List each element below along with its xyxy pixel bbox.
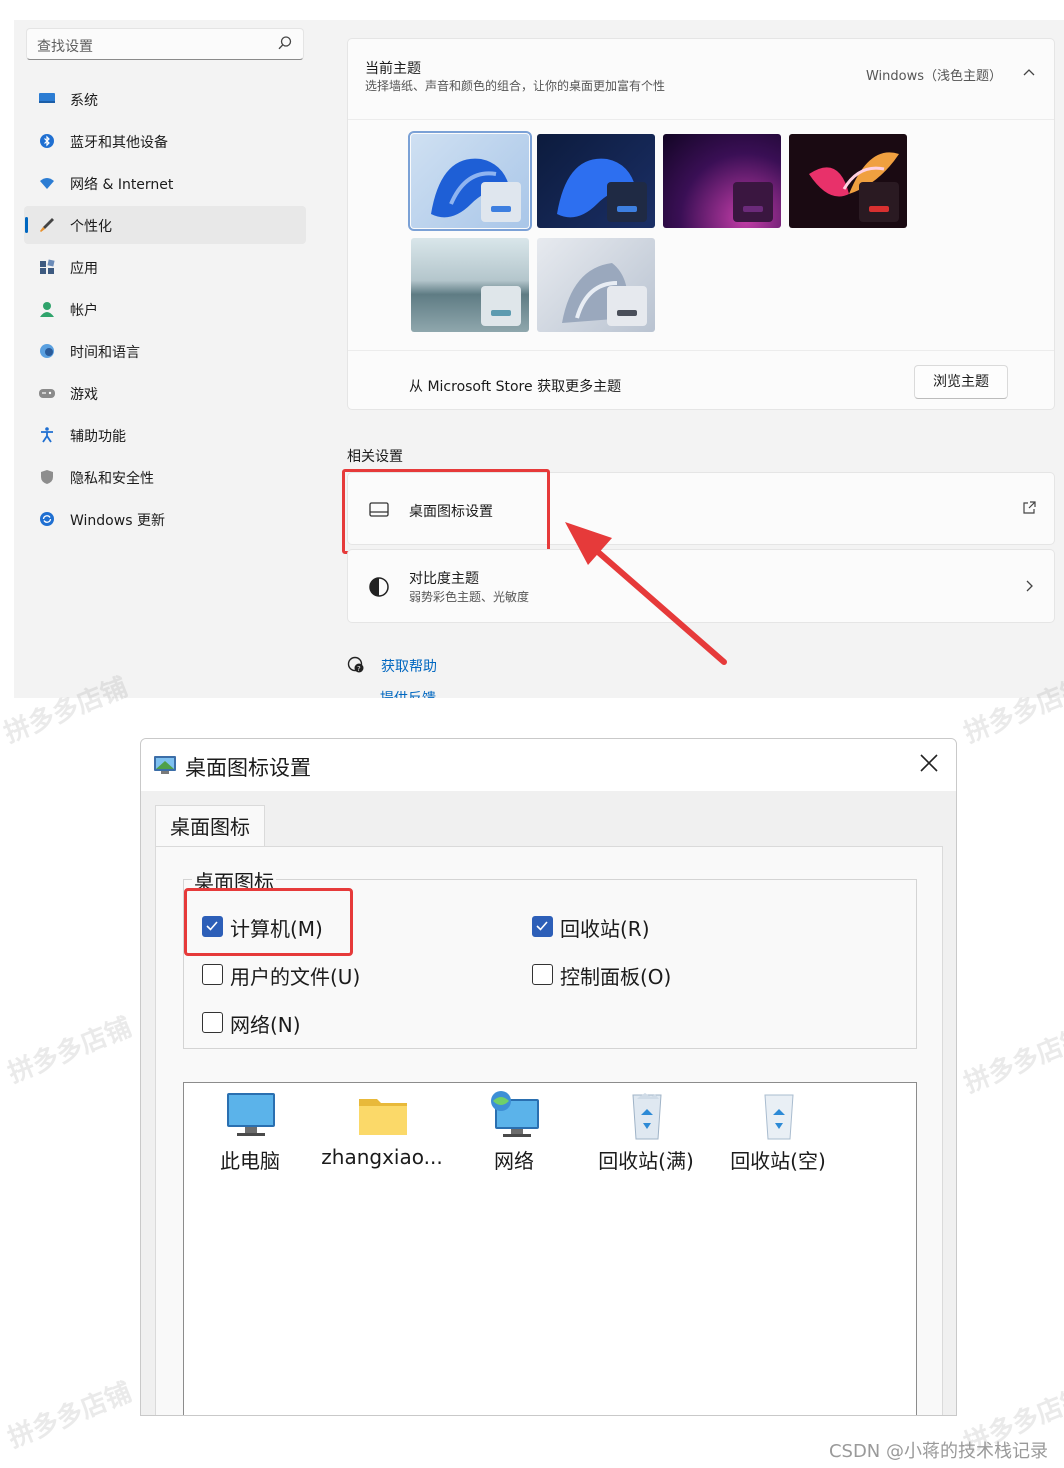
search-box[interactable]: 查找设置 <box>26 28 304 60</box>
checkmark-icon <box>536 921 548 931</box>
browse-themes-button[interactable]: 浏览主题 <box>914 365 1008 399</box>
apps-icon <box>40 259 55 274</box>
settings-window: 查找设置 系统 蓝牙和其他设备 网络 & Internet 个性化 应用 帐户 … <box>14 20 1064 698</box>
wifi-icon <box>40 178 54 189</box>
dialog-title: 桌面图标设置 <box>185 756 311 780</box>
external-link-icon <box>1023 501 1036 514</box>
recycle-bin-full-icon <box>632 1093 662 1140</box>
svg-text:?: ? <box>357 665 361 673</box>
close-icon[interactable] <box>918 752 940 774</box>
sidebar-item-accounts[interactable]: 帐户 <box>24 290 306 328</box>
icon-name: 回收站(满) <box>598 1149 694 1173</box>
brush-icon <box>40 218 54 232</box>
highlight-box <box>184 888 353 956</box>
footer-credit: CSDN @小蒋的技术栈记录 <box>828 1441 1048 1462</box>
sidebar-nav: 系统 蓝牙和其他设备 网络 & Internet 个性化 应用 帐户 时间和语言 <box>24 80 306 542</box>
checkbox-box[interactable] <box>202 1012 223 1033</box>
desktop-icon-settings-dialog: 桌面图标设置 桌面图标 桌面图标 计算机(M) 回收站(R) 用户的文件(U) … <box>140 738 957 1416</box>
sidebar-item-label: 蓝牙和其他设备 <box>70 135 168 151</box>
sidebar-item-label: 网络 & Internet <box>70 177 174 193</box>
help-icon: ? <box>347 656 364 673</box>
icon-name: 回收站(空) <box>730 1149 826 1173</box>
sidebar-item-windows-update[interactable]: Windows 更新 <box>24 500 306 538</box>
checkbox-label: 用户的文件(U) <box>230 965 361 989</box>
sidebar-item-network[interactable]: 网络 & Internet <box>24 164 306 202</box>
watermark: 拼多多店铺 <box>960 1022 1064 1100</box>
search-input[interactable]: 查找设置 <box>37 36 93 56</box>
sidebar-item-label: 帐户 <box>70 303 98 319</box>
sidebar-item-apps[interactable]: 应用 <box>24 248 306 286</box>
bluetooth-icon <box>40 134 54 148</box>
sidebar-item-label: 隐私和安全性 <box>70 471 154 487</box>
update-icon <box>40 512 54 526</box>
recycle-bin-empty-icon <box>764 1094 794 1140</box>
monitor-icon <box>39 93 55 103</box>
theme-thumbnail-lake[interactable] <box>411 238 529 332</box>
sidebar-item-bluetooth[interactable]: 蓝牙和其他设备 <box>24 122 306 160</box>
sidebar-item-label: 游戏 <box>70 387 98 403</box>
theme-thumbnail-light[interactable] <box>408 131 532 231</box>
row-title: 对比度主题 <box>409 571 479 587</box>
gamepad-icon <box>39 389 55 398</box>
sidebar-item-time-language[interactable]: 时间和语言 <box>24 332 306 370</box>
icon-preview-list[interactable]: 此电脑 zhangxiao... 网络 回收站(满) 回收站(空) <box>183 1082 917 1415</box>
accessibility-icon <box>41 427 53 443</box>
sidebar-item-personalization[interactable]: 个性化 <box>24 206 306 244</box>
card-title: 当前主题 <box>365 61 421 77</box>
theme-thumbnail-flow[interactable] <box>537 238 655 332</box>
contrast-themes-row[interactable]: 对比度主题 弱势彩色主题、光敏度 <box>347 549 1055 623</box>
sidebar-item-label: 应用 <box>70 261 98 277</box>
related-settings-heading: 相关设置 <box>347 449 403 465</box>
sidebar-item-accessibility[interactable]: 辅助功能 <box>24 416 306 454</box>
sidebar-item-gaming[interactable]: 游戏 <box>24 374 306 412</box>
folder-icon <box>359 1099 407 1135</box>
highlight-box <box>342 469 550 554</box>
checkbox-label: 控制面板(O) <box>560 965 672 989</box>
dialog-titlebar[interactable]: 桌面图标设置 <box>141 739 956 791</box>
sidebar-item-label: 系统 <box>70 93 98 109</box>
checkbox-box[interactable] <box>202 964 223 985</box>
selection-indicator <box>25 217 28 233</box>
person-icon <box>40 302 54 317</box>
theme-thumbnail-captured-motion[interactable] <box>789 134 907 228</box>
store-text: 从 Microsoft Store 获取更多主题 <box>409 379 622 395</box>
watermark: 拼多多店铺 <box>4 1377 136 1455</box>
current-theme-card: 当前主题 选择墙纸、声音和颜色的组合，让你的桌面更加富有个性 Windows（浅… <box>347 38 1055 410</box>
icon-name: 此电脑 <box>220 1149 280 1173</box>
globe-clock-icon <box>40 344 54 358</box>
sidebar-item-label: Windows 更新 <box>70 513 165 529</box>
theme-thumbnail-dark[interactable] <box>537 134 655 228</box>
feedback-link[interactable]: 提供反馈 <box>380 688 436 698</box>
sidebar-item-label: 辅助功能 <box>70 429 126 445</box>
current-theme-value: Windows（浅色主题） <box>865 69 1002 84</box>
network-icon <box>491 1091 539 1137</box>
chevron-up-icon[interactable] <box>1022 67 1036 77</box>
search-icon[interactable] <box>277 35 293 51</box>
watermark: 拼多多店铺 <box>4 1012 136 1090</box>
sidebar-item-label: 时间和语言 <box>70 345 140 361</box>
sidebar-item-label: 个性化 <box>70 219 112 235</box>
sidebar-item-privacy[interactable]: 隐私和安全性 <box>24 458 306 496</box>
checkbox-label: 网络(N) <box>230 1013 301 1037</box>
checkbox-label: 回收站(R) <box>560 917 650 941</box>
theme-thumbnail-glow[interactable] <box>663 134 781 228</box>
computer-icon <box>227 1093 275 1136</box>
divider <box>348 119 1054 120</box>
icon-name: 网络 <box>494 1149 534 1173</box>
card-subtitle: 选择墙纸、声音和颜色的组合，让你的桌面更加富有个性 <box>365 79 666 93</box>
icon-name: zhangxiao... <box>321 1145 443 1169</box>
contrast-icon <box>369 577 389 597</box>
checkbox-box[interactable] <box>532 916 553 937</box>
shield-icon <box>41 470 53 484</box>
checkbox-box[interactable] <box>532 964 553 985</box>
row-subtitle: 弱势彩色主题、光敏度 <box>409 590 530 604</box>
dialog-app-icon <box>154 756 176 774</box>
get-help-link[interactable]: 获取帮助 <box>381 656 437 676</box>
sidebar-item-system[interactable]: 系统 <box>24 80 306 118</box>
tab-desktop-icons[interactable]: 桌面图标 <box>155 805 265 848</box>
divider <box>348 350 1054 351</box>
chevron-right-icon <box>1026 580 1033 592</box>
